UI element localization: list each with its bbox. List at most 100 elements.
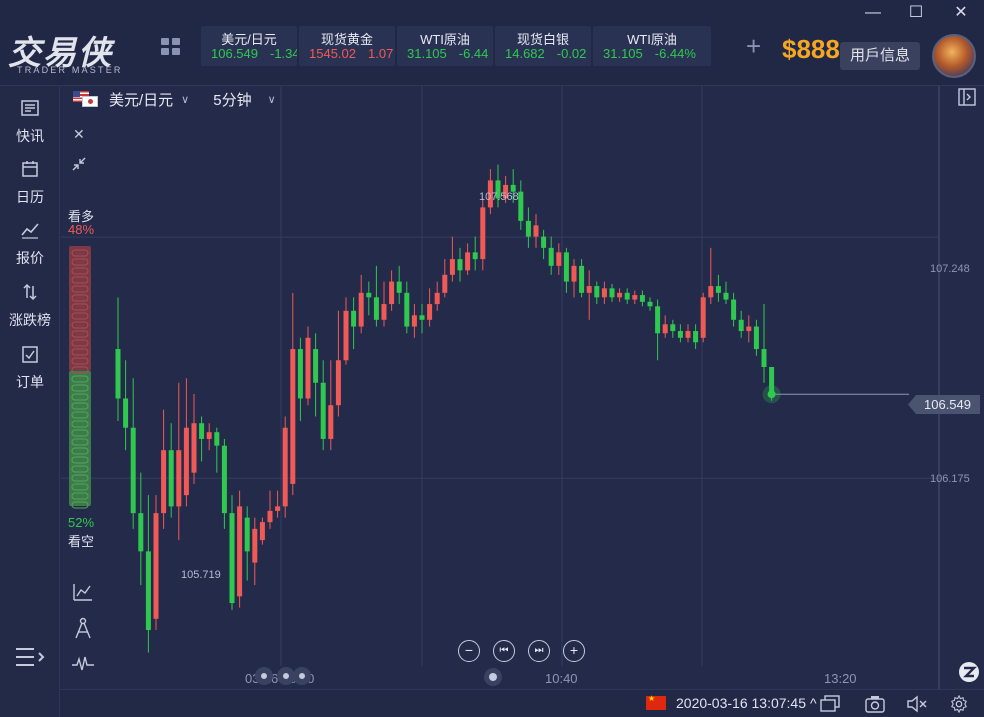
candle-body xyxy=(548,247,554,266)
candle-body xyxy=(639,295,645,302)
candle-body xyxy=(480,207,486,260)
candle-body xyxy=(427,304,433,320)
indicator-icon[interactable] xyxy=(73,583,93,601)
usd-jpy-flag-icon xyxy=(73,91,101,107)
sidebar-item-quotes[interactable]: 报价 xyxy=(0,220,60,268)
news-icon xyxy=(21,100,39,116)
chart-grid xyxy=(61,86,940,689)
sidebar-item-updown[interactable]: 涨跌榜 xyxy=(0,282,60,330)
candle-body xyxy=(335,360,341,406)
last-price-tag: 106.549 xyxy=(908,395,980,414)
x-axis-tick: 13:20 xyxy=(824,671,857,686)
candle-body xyxy=(290,349,296,484)
scroll-forward-button[interactable]: ⏭ xyxy=(528,640,550,662)
ticker-item[interactable]: WTI原油 31.105 -6.44 xyxy=(397,26,493,66)
datetime-display: 2020-03-16 13:07:45 ^ xyxy=(646,694,817,711)
candle-body xyxy=(677,331,683,338)
low-price-label: 105.719 xyxy=(181,569,221,581)
close-button[interactable]: ✕ xyxy=(950,2,972,24)
sidebar-item-label: 报价 xyxy=(16,250,44,266)
y-axis-tick: 107.248 xyxy=(930,263,970,275)
grid-layout-icon[interactable] xyxy=(161,38,181,56)
candle-body xyxy=(624,292,630,300)
camera-icon[interactable] xyxy=(865,695,885,713)
ticker-item[interactable]: 现货黄金 1545.02 1.07 xyxy=(299,26,395,66)
mute-icon[interactable] xyxy=(907,695,927,713)
price-chart[interactable] xyxy=(61,86,984,689)
candle-body xyxy=(601,288,607,298)
candle-body xyxy=(381,304,387,320)
candle-body xyxy=(115,349,121,399)
timeline-handles[interactable] xyxy=(250,666,320,686)
candle-body xyxy=(419,315,425,320)
multi-window-icon[interactable] xyxy=(820,695,840,713)
candle-body xyxy=(153,513,159,619)
candle-body xyxy=(328,405,334,439)
sidebar-item-calendar[interactable]: 日历 xyxy=(0,159,60,207)
ticker-item[interactable]: 现货白银 14.682 -0.02 xyxy=(495,26,591,66)
zoom-out-button[interactable]: − xyxy=(458,640,480,662)
timeline-scroll-handle[interactable] xyxy=(482,666,504,688)
candle-body xyxy=(586,286,592,293)
sidebar-item-news[interactable]: 快讯 xyxy=(0,98,60,146)
symbol-dropdown[interactable]: 美元/日元 ∨ xyxy=(109,89,189,110)
avatar[interactable] xyxy=(932,34,976,78)
user-info-button[interactable]: 用戶信息 xyxy=(840,42,920,70)
account-balance: $888 xyxy=(782,34,840,64)
waveform-icon[interactable] xyxy=(72,656,94,672)
ticker-item[interactable]: 美元/日元 106.549 -1.34 xyxy=(201,26,297,66)
minimize-button[interactable]: — xyxy=(862,2,884,24)
panel-toggle-icon[interactable] xyxy=(958,88,976,106)
candle-body xyxy=(244,517,250,552)
scroll-back-button[interactable]: ⏮ xyxy=(493,640,515,662)
logo-badge-icon[interactable] xyxy=(958,661,980,683)
ticker-change: -1.34 xyxy=(270,46,297,61)
sidebar-item-label: 日历 xyxy=(16,189,44,205)
candle-body xyxy=(343,310,349,361)
app-logo: 交易侠 TRADER MASTER xyxy=(8,26,133,78)
ticker-change: -0.02 xyxy=(556,46,587,61)
status-bar: 2020-03-16 13:07:45 ^ xyxy=(60,689,984,717)
datetime-value: 2020-03-16 13:07:45 xyxy=(676,695,806,711)
chevron-up-icon[interactable]: ^ xyxy=(810,695,817,711)
candle-body xyxy=(267,510,273,523)
candle-body xyxy=(708,286,714,298)
candle-body xyxy=(221,445,227,514)
sidebar-item-label: 订单 xyxy=(16,374,44,390)
candle-body xyxy=(404,292,410,327)
candle-body xyxy=(199,423,205,439)
chevron-down-icon: ∨ xyxy=(181,93,190,106)
candle-body xyxy=(373,297,379,320)
candle-body xyxy=(647,301,653,307)
candle-body xyxy=(396,281,402,293)
chart-navigation: − ⏮ ⏭ + xyxy=(458,640,598,662)
logo-subtitle: TRADER MASTER xyxy=(17,65,123,75)
zoom-in-button[interactable]: + xyxy=(563,640,585,662)
calendar-icon xyxy=(22,161,38,177)
candle-body xyxy=(579,265,585,293)
candle-body xyxy=(609,288,615,298)
add-ticker-button[interactable]: + xyxy=(746,33,761,59)
sidebar-item-orders[interactable]: 订单 xyxy=(0,344,60,392)
collapse-icon[interactable] xyxy=(72,157,86,171)
candle-body xyxy=(457,259,463,271)
candle-body xyxy=(571,265,577,282)
candle-body xyxy=(662,324,668,334)
candle-body xyxy=(138,513,144,552)
menu-expand-icon[interactable] xyxy=(16,646,46,668)
interval-dropdown[interactable]: 5分钟 ∨ xyxy=(213,89,275,110)
y-axis-tick: 106.175 xyxy=(930,473,970,485)
candlestick-chart[interactable] xyxy=(61,86,984,689)
high-price-label: 107.568 xyxy=(479,191,519,203)
ticker-item[interactable]: WTI原油 31.105 -6.44% xyxy=(593,26,711,66)
ticker-change: -6.44% xyxy=(654,46,696,61)
candle-body xyxy=(214,432,220,446)
gear-icon[interactable] xyxy=(949,695,969,713)
chart-header: 美元/日元 ∨ 5分钟 ∨ xyxy=(73,88,276,110)
candle-body xyxy=(518,191,524,221)
maximize-button[interactable]: ☐ xyxy=(905,2,927,24)
candle-body xyxy=(176,450,182,507)
ticker-price: 106.549 xyxy=(211,46,258,61)
drawing-tool-icon[interactable] xyxy=(74,617,92,639)
close-icon[interactable]: ✕ xyxy=(73,126,85,143)
